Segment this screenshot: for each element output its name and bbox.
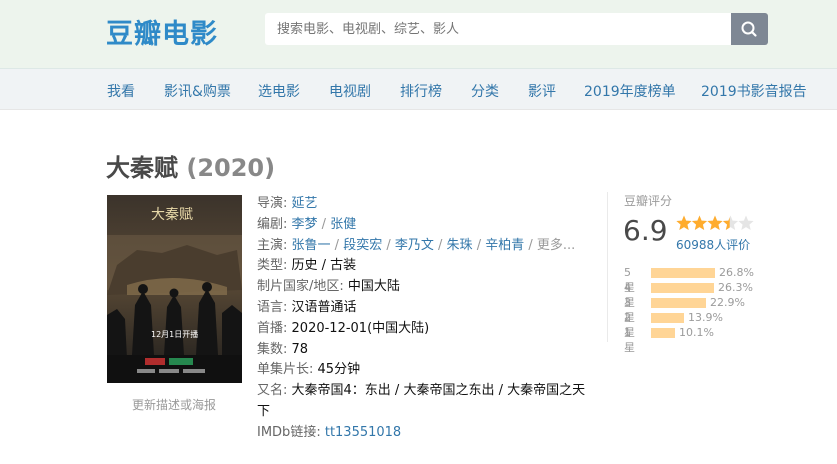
dist-pct: 10.1% xyxy=(679,326,714,339)
language-label: 语言: xyxy=(257,299,288,315)
writer-link[interactable]: 李梦 xyxy=(292,217,318,232)
rating-panel: 豆瓣评分 6.9 60988人评价 5星 26.8% 4星 26.3% 3星 2… xyxy=(607,192,768,354)
imdb-label: IMDb链接: xyxy=(257,424,321,440)
runtime-row: 单集片长: 45分钟 xyxy=(257,360,587,381)
writer-label: 编剧: xyxy=(257,216,288,232)
votes-link[interactable]: 60988人评价 xyxy=(676,236,750,253)
cast-link[interactable]: 段奕宏 xyxy=(343,238,382,253)
star-filled xyxy=(691,215,708,230)
dist-pct: 22.9% xyxy=(710,296,745,309)
cast-link[interactable]: 张鲁一 xyxy=(292,238,331,253)
rating-title: 豆瓣评分 xyxy=(624,194,673,208)
star-empty xyxy=(738,215,754,230)
cast-more-link[interactable]: 更多... xyxy=(537,238,575,253)
subject-info: 导演: 延艺 编剧: 李梦 / 张健 主演: 张鲁一 / 段奕宏 / 李乃文 /… xyxy=(257,194,587,444)
episodes-row: 集数: 78 xyxy=(257,340,587,361)
poster-art: 大秦赋 12月1日开播 xyxy=(107,195,242,383)
star-filled xyxy=(707,215,723,230)
dist-bar xyxy=(651,268,715,278)
director-label: 导演: xyxy=(257,196,288,211)
nav-item-showtimes[interactable]: 影讯&购票 xyxy=(164,81,231,101)
episodes-label: 集数: xyxy=(257,341,288,357)
nav-item-2019-report[interactable]: 2019书影音报告 xyxy=(701,81,807,101)
poster-image[interactable]: 大秦赋 12月1日开播 xyxy=(107,195,242,383)
genre-row: 类型: 历史 / 古装 xyxy=(257,256,587,277)
main-nav: 我看 影讯&购票 选电影 电视剧 排行榜 分类 影评 2019年度榜单 2019… xyxy=(0,68,837,110)
cast-link[interactable]: 李乃文 xyxy=(395,238,434,253)
premiere-label: 首播: xyxy=(257,320,288,336)
rating-score: 6.9 xyxy=(623,214,668,247)
search-input[interactable] xyxy=(265,13,731,45)
aka-value: 大秦帝国4：东出 / 大秦帝国之东出 / 大秦帝国之天 xyxy=(291,383,586,399)
nav-item-mine[interactable]: 我看 xyxy=(107,81,135,101)
douban-movie-logo[interactable]: 豆瓣电影 xyxy=(106,12,218,51)
dist-label: 1星 xyxy=(624,326,635,354)
aka-row-continued: 下 xyxy=(257,402,587,423)
director-link[interactable]: 延艺 xyxy=(292,196,318,211)
subject-year: (2020) xyxy=(186,154,276,182)
runtime-label: 单集片长: xyxy=(257,362,314,378)
dist-bar xyxy=(651,313,684,323)
cast-link[interactable]: 辛柏青 xyxy=(485,238,524,253)
rating-stars-icon xyxy=(676,215,754,230)
imdb-row: IMDb链接: tt13551018 xyxy=(257,423,587,444)
dist-bar xyxy=(651,298,706,308)
aka-value-continued: 下 xyxy=(257,403,271,419)
top-bar: 豆瓣电影 xyxy=(0,0,837,68)
region-value: 中国大陆 xyxy=(347,279,400,295)
writer-row: 编剧: 李梦 / 张健 xyxy=(257,216,357,232)
cast-label: 主演: xyxy=(257,237,288,253)
subject-title: 大秦赋 xyxy=(106,154,178,182)
poster-title-text: 大秦赋 xyxy=(151,207,193,223)
dist-pct: 13.9% xyxy=(688,311,723,324)
aka-row: 又名: 大秦帝国4：东出 / 大秦帝国之东出 / 大秦帝国之天 xyxy=(257,381,587,402)
language-row: 语言: 汉语普通话 xyxy=(257,298,587,319)
dist-pct: 26.3% xyxy=(718,281,753,294)
aka-label: 又名: xyxy=(257,383,288,399)
nav-item-categories[interactable]: 分类 xyxy=(471,81,499,101)
nav-item-charts[interactable]: 排行榜 xyxy=(400,81,442,101)
page-title: 大秦赋 (2020) xyxy=(106,148,275,183)
update-poster-link[interactable]: 更新描述或海报 xyxy=(132,396,216,413)
nav-item-2019-list[interactable]: 2019年度榜单 xyxy=(584,81,676,101)
episodes-value: 78 xyxy=(291,341,309,357)
genre-value: 历史 / 古装 xyxy=(291,258,357,274)
genre-label: 类型: xyxy=(257,258,288,274)
region-row: 制片国家/地区: 中国大陆 xyxy=(257,277,587,298)
search-icon xyxy=(741,21,757,37)
imdb-link[interactable]: tt13551018 xyxy=(325,425,401,440)
search-button[interactable] xyxy=(731,13,768,45)
region-label: 制片国家/地区: xyxy=(257,279,344,295)
cast-row: 主演: 张鲁一 / 段奕宏 / 李乃文 / 朱珠 / 辛柏青 / 更多... xyxy=(257,237,576,253)
director-row: 导演: 延艺 xyxy=(257,194,587,215)
premiere-row: 首播: 2020-12-01(中国大陆) xyxy=(257,319,587,340)
nav-item-tv[interactable]: 电视剧 xyxy=(329,81,371,101)
runtime-value: 45分钟 xyxy=(317,362,361,378)
premiere-value: 2020-12-01(中国大陆) xyxy=(291,320,430,336)
writer-link[interactable]: 张健 xyxy=(330,217,356,232)
cast-link[interactable]: 朱珠 xyxy=(447,238,473,253)
dist-bar xyxy=(651,328,675,338)
star-filled xyxy=(676,215,692,230)
language-value: 汉语普通话 xyxy=(291,299,357,315)
nav-item-reviews[interactable]: 影评 xyxy=(528,81,556,101)
poster-date-text: 12月1日开播 xyxy=(151,329,198,339)
dist-pct: 26.8% xyxy=(719,266,754,279)
nav-item-pick-movie[interactable]: 选电影 xyxy=(258,81,300,101)
dist-bar xyxy=(651,283,714,293)
